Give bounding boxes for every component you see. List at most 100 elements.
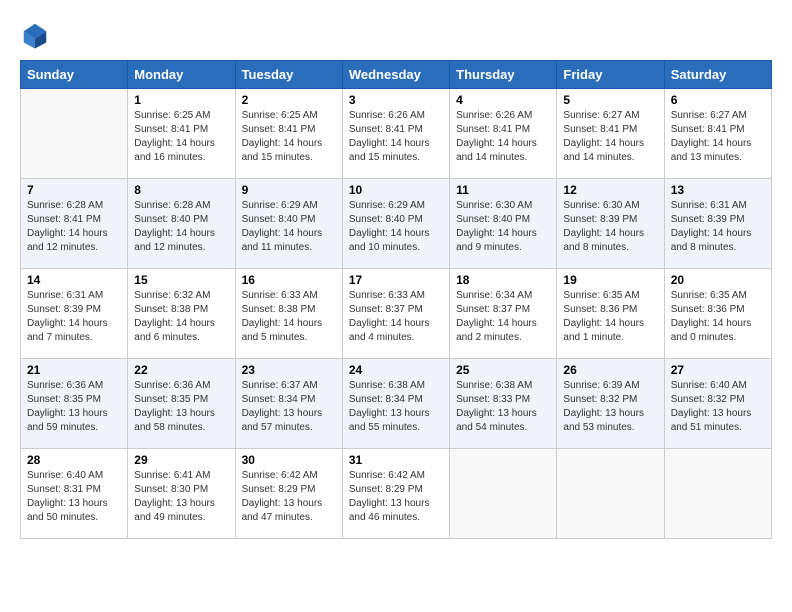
day-info: Sunrise: 6:27 AMSunset: 8:41 PMDaylight:… <box>671 109 765 165</box>
day-number: 21 <box>27 363 121 377</box>
day-info: Sunrise: 6:35 AMSunset: 8:36 PMDaylight:… <box>671 289 765 345</box>
calendar-cell: 22 Sunrise: 6:36 AMSunset: 8:35 PMDayligh… <box>128 359 235 449</box>
day-info: Sunrise: 6:29 AMSunset: 8:40 PMDaylight:… <box>349 199 443 255</box>
weekday-header: Friday <box>557 61 664 89</box>
day-info: Sunrise: 6:32 AMSunset: 8:38 PMDaylight:… <box>134 289 228 345</box>
day-number: 3 <box>349 93 443 107</box>
day-number: 29 <box>134 453 228 467</box>
calendar-cell: 11 Sunrise: 6:30 AMSunset: 8:40 PMDayligh… <box>450 179 557 269</box>
logo <box>20 20 54 50</box>
calendar-cell: 25Sunrise: 6:38 AMSunset: 8:33 PMDayligh… <box>450 359 557 449</box>
weekday-header: Thursday <box>450 61 557 89</box>
day-number: 28 <box>27 453 121 467</box>
day-info: Sunrise: 6:39 AMSunset: 8:32 PMDaylight:… <box>563 379 657 435</box>
day-info: Sunrise: 6:30 AMSunset: 8:40 PMDaylight:… <box>456 199 550 255</box>
weekday-header: Sunday <box>21 61 128 89</box>
day-number: 13 <box>671 183 765 197</box>
day-info: Sunrise: 6:36 AMSunset: 8:35 PMDaylight:… <box>134 379 228 435</box>
calendar-cell: 9 Sunrise: 6:29 AMSunset: 8:40 PMDaylight… <box>235 179 342 269</box>
day-info: Sunrise: 6:33 AMSunset: 8:38 PMDaylight:… <box>242 289 336 345</box>
day-number: 8 <box>134 183 228 197</box>
day-number: 22 <box>134 363 228 377</box>
weekday-header: Wednesday <box>342 61 449 89</box>
calendar-cell: 8Sunrise: 6:28 AMSunset: 8:40 PMDaylight… <box>128 179 235 269</box>
day-info: Sunrise: 6:30 AMSunset: 8:39 PMDaylight:… <box>563 199 657 255</box>
calendar-cell: 26 Sunrise: 6:39 AMSunset: 8:32 PMDayligh… <box>557 359 664 449</box>
day-info: Sunrise: 6:42 AMSunset: 8:29 PMDaylight:… <box>349 469 443 525</box>
day-number: 17 <box>349 273 443 287</box>
day-info: Sunrise: 6:25 AMSunset: 8:41 PMDaylight:… <box>134 109 228 165</box>
day-number: 14 <box>27 273 121 287</box>
day-info: Sunrise: 6:27 AMSunset: 8:41 PMDaylight:… <box>563 109 657 165</box>
weekday-header: Monday <box>128 61 235 89</box>
day-info: Sunrise: 6:28 AMSunset: 8:41 PMDaylight:… <box>27 199 121 255</box>
calendar-cell <box>557 449 664 539</box>
calendar-cell: 17Sunrise: 6:33 AMSunset: 8:37 PMDayligh… <box>342 269 449 359</box>
day-info: Sunrise: 6:41 AMSunset: 8:30 PMDaylight:… <box>134 469 228 525</box>
day-number: 6 <box>671 93 765 107</box>
day-number: 11 <box>456 183 550 197</box>
day-info: Sunrise: 6:42 AMSunset: 8:29 PMDaylight:… <box>242 469 336 525</box>
calendar-cell: 1 Sunrise: 6:25 AMSunset: 8:41 PMDaylight… <box>128 89 235 179</box>
calendar-cell: 31 Sunrise: 6:42 AMSunset: 8:29 PMDayligh… <box>342 449 449 539</box>
calendar-cell <box>664 449 771 539</box>
day-number: 19 <box>563 273 657 287</box>
day-number: 31 <box>349 453 443 467</box>
calendar-cell <box>450 449 557 539</box>
calendar-cell: 7 Sunrise: 6:28 AMSunset: 8:41 PMDaylight… <box>21 179 128 269</box>
day-info: Sunrise: 6:31 AMSunset: 8:39 PMDaylight:… <box>671 199 765 255</box>
day-number: 26 <box>563 363 657 377</box>
day-info: Sunrise: 6:25 AMSunset: 8:41 PMDaylight:… <box>242 109 336 165</box>
day-number: 1 <box>134 93 228 107</box>
day-number: 2 <box>242 93 336 107</box>
calendar-cell: 3 Sunrise: 6:26 AMSunset: 8:41 PMDaylight… <box>342 89 449 179</box>
calendar-cell: 16 Sunrise: 6:33 AMSunset: 8:38 PMDayligh… <box>235 269 342 359</box>
day-number: 25 <box>456 363 550 377</box>
calendar-cell: 15Sunrise: 6:32 AMSunset: 8:38 PMDayligh… <box>128 269 235 359</box>
day-number: 10 <box>349 183 443 197</box>
day-info: Sunrise: 6:37 AMSunset: 8:34 PMDaylight:… <box>242 379 336 435</box>
day-number: 24 <box>349 363 443 377</box>
day-number: 7 <box>27 183 121 197</box>
day-number: 20 <box>671 273 765 287</box>
calendar-cell: 20 Sunrise: 6:35 AMSunset: 8:36 PMDayligh… <box>664 269 771 359</box>
calendar-cell: 23 Sunrise: 6:37 AMSunset: 8:34 PMDayligh… <box>235 359 342 449</box>
calendar-cell: 19 Sunrise: 6:35 AMSunset: 8:36 PMDayligh… <box>557 269 664 359</box>
weekday-header: Saturday <box>664 61 771 89</box>
day-number: 12 <box>563 183 657 197</box>
calendar-cell: 29 Sunrise: 6:41 AMSunset: 8:30 PMDayligh… <box>128 449 235 539</box>
day-info: Sunrise: 6:40 AMSunset: 8:31 PMDaylight:… <box>27 469 121 525</box>
calendar-cell: 18 Sunrise: 6:34 AMSunset: 8:37 PMDayligh… <box>450 269 557 359</box>
calendar-week-row: 28 Sunrise: 6:40 AMSunset: 8:31 PMDayligh… <box>21 449 772 539</box>
calendar-week-row: 14Sunrise: 6:31 AMSunset: 8:39 PMDayligh… <box>21 269 772 359</box>
calendar-table: SundayMondayTuesdayWednesdayThursdayFrid… <box>20 60 772 539</box>
day-info: Sunrise: 6:40 AMSunset: 8:32 PMDaylight:… <box>671 379 765 435</box>
day-number: 5 <box>563 93 657 107</box>
calendar-cell: 4 Sunrise: 6:26 AMSunset: 8:41 PMDaylight… <box>450 89 557 179</box>
calendar-cell: 2 Sunrise: 6:25 AMSunset: 8:41 PMDaylight… <box>235 89 342 179</box>
calendar-cell: 10 Sunrise: 6:29 AMSunset: 8:40 PMDayligh… <box>342 179 449 269</box>
page-header <box>20 20 772 50</box>
day-number: 9 <box>242 183 336 197</box>
calendar-cell: 12 Sunrise: 6:30 AMSunset: 8:39 PMDayligh… <box>557 179 664 269</box>
calendar-cell: 6 Sunrise: 6:27 AMSunset: 8:41 PMDaylight… <box>664 89 771 179</box>
weekday-header: Tuesday <box>235 61 342 89</box>
day-number: 23 <box>242 363 336 377</box>
day-info: Sunrise: 6:34 AMSunset: 8:37 PMDaylight:… <box>456 289 550 345</box>
day-number: 4 <box>456 93 550 107</box>
calendar-week-row: 21 Sunrise: 6:36 AMSunset: 8:35 PMDayligh… <box>21 359 772 449</box>
logo-icon <box>20 20 50 50</box>
day-info: Sunrise: 6:29 AMSunset: 8:40 PMDaylight:… <box>242 199 336 255</box>
day-info: Sunrise: 6:35 AMSunset: 8:36 PMDaylight:… <box>563 289 657 345</box>
day-info: Sunrise: 6:26 AMSunset: 8:41 PMDaylight:… <box>456 109 550 165</box>
day-info: Sunrise: 6:36 AMSunset: 8:35 PMDaylight:… <box>27 379 121 435</box>
calendar-cell: 21 Sunrise: 6:36 AMSunset: 8:35 PMDayligh… <box>21 359 128 449</box>
calendar-cell <box>21 89 128 179</box>
day-info: Sunrise: 6:26 AMSunset: 8:41 PMDaylight:… <box>349 109 443 165</box>
calendar-cell: 13 Sunrise: 6:31 AMSunset: 8:39 PMDayligh… <box>664 179 771 269</box>
day-number: 18 <box>456 273 550 287</box>
day-number: 16 <box>242 273 336 287</box>
day-number: 30 <box>242 453 336 467</box>
calendar-cell: 24Sunrise: 6:38 AMSunset: 8:34 PMDayligh… <box>342 359 449 449</box>
calendar-week-row: 1 Sunrise: 6:25 AMSunset: 8:41 PMDaylight… <box>21 89 772 179</box>
